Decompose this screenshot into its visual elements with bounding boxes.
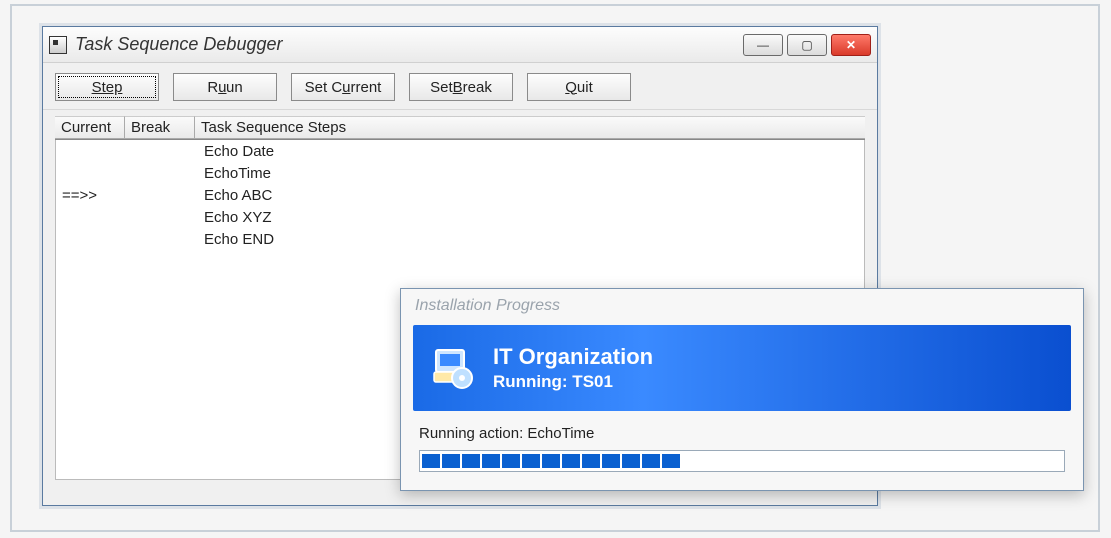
progress-segment (562, 454, 580, 468)
col-steps[interactable]: Task Sequence Steps (195, 116, 865, 139)
cell-step: EchoTime (196, 165, 864, 182)
table-row[interactable]: ==>> Echo ABC (56, 184, 864, 206)
progress-segment (482, 454, 500, 468)
app-icon (49, 36, 67, 54)
progress-bar (419, 450, 1065, 472)
cell-step: Echo ABC (196, 187, 864, 204)
close-button[interactable]: ✕ (831, 34, 871, 56)
progress-action: Running action: EchoTime (401, 421, 1083, 448)
close-icon: ✕ (846, 39, 856, 51)
table-row[interactable]: EchoTime (56, 162, 864, 184)
progress-segment (542, 454, 560, 468)
progress-segment (422, 454, 440, 468)
maximize-icon: ▢ (801, 39, 812, 51)
table-row[interactable]: Echo END (56, 228, 864, 250)
progress-window: Installation Progress IT Organization Ru… (400, 288, 1084, 491)
cell-step: Echo XYZ (196, 209, 864, 226)
minimize-icon: — (757, 39, 769, 51)
progress-segment (602, 454, 620, 468)
progress-segment (462, 454, 480, 468)
table-row[interactable]: Echo Date (56, 140, 864, 162)
cell-current: ==>> (56, 187, 126, 204)
table-row[interactable]: Echo XYZ (56, 206, 864, 228)
maximize-button[interactable]: ▢ (787, 34, 827, 56)
window-controls: — ▢ ✕ (743, 34, 871, 56)
set-break-button[interactable]: Set Break (409, 73, 513, 101)
run-button[interactable]: Ruun (173, 73, 277, 101)
quit-button[interactable]: Quit (527, 73, 631, 101)
outer-frame: Task Sequence Debugger — ▢ ✕ Step Ruun S… (10, 4, 1100, 532)
col-current[interactable]: Current (55, 116, 125, 139)
progress-segment (522, 454, 540, 468)
progress-segment (622, 454, 640, 468)
col-break[interactable]: Break (125, 116, 195, 139)
progress-segment (502, 454, 520, 468)
progress-running: Running: TS01 (493, 372, 653, 392)
cell-step: Echo END (196, 231, 864, 248)
step-button[interactable]: Step (55, 73, 159, 101)
progress-segment (642, 454, 660, 468)
progress-segment (582, 454, 600, 468)
progress-text: IT Organization Running: TS01 (493, 344, 653, 392)
progress-segment (442, 454, 460, 468)
install-icon (429, 343, 479, 393)
progress-title: Installation Progress (401, 289, 1083, 319)
cell-step: Echo Date (196, 143, 864, 160)
minimize-button[interactable]: — (743, 34, 783, 56)
window-title: Task Sequence Debugger (75, 34, 743, 55)
set-current-button[interactable]: Set Current (291, 73, 395, 101)
progress-segment (662, 454, 680, 468)
titlebar[interactable]: Task Sequence Debugger — ▢ ✕ (43, 27, 877, 63)
toolbar: Step Ruun Set Current Set Break Quit (43, 63, 877, 110)
progress-org: IT Organization (493, 344, 653, 370)
progress-banner: IT Organization Running: TS01 (413, 325, 1071, 411)
grid-headers: Current Break Task Sequence Steps (55, 116, 865, 140)
